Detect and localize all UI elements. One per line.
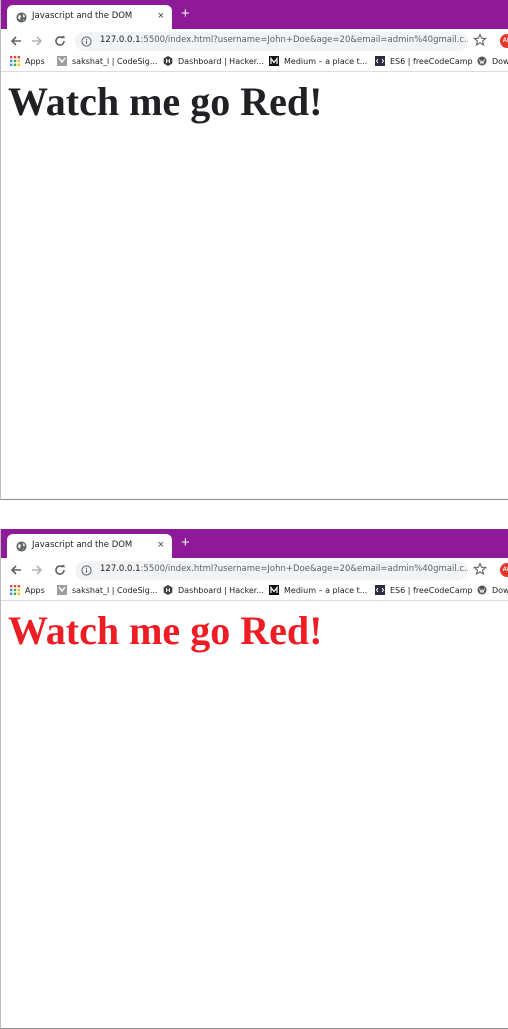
bookmark-codesignal[interactable]: sakshat_l | CodeSig... bbox=[57, 56, 157, 69]
screenshot-separator bbox=[0, 500, 508, 529]
info-icon[interactable] bbox=[81, 565, 92, 576]
page-heading-red: Watch me go Red! bbox=[8, 608, 323, 653]
new-tab-icon[interactable]: + bbox=[181, 535, 190, 551]
new-tab-icon[interactable]: + bbox=[181, 6, 190, 22]
wordpress-icon bbox=[477, 56, 487, 66]
apps-grid-icon bbox=[10, 56, 20, 66]
address-bar[interactable]: 127.0.0.1:5500/index.html?username=John+… bbox=[75, 561, 468, 580]
bookmark-star-icon[interactable] bbox=[473, 33, 487, 47]
globe-icon bbox=[16, 12, 27, 23]
browser-window-before: Javascript and the DOM × + 127.0.0.1:550… bbox=[0, 0, 508, 500]
address-bar[interactable]: 127.0.0.1:5500/index.html?username=John+… bbox=[75, 32, 468, 51]
apps-grid-icon bbox=[10, 585, 20, 595]
page-heading: Watch me go Red! bbox=[8, 79, 323, 124]
forward-icon[interactable] bbox=[29, 562, 45, 578]
reload-icon[interactable] bbox=[52, 562, 68, 578]
bookmark-wordpress[interactable]: Dow bbox=[477, 585, 508, 598]
url-text: 127.0.0.1:5500/index.html?username=John+… bbox=[100, 564, 468, 574]
browser-toolbar: 127.0.0.1:5500/index.html?username=John+… bbox=[1, 558, 508, 583]
medium-icon bbox=[269, 56, 279, 66]
back-icon[interactable] bbox=[8, 562, 24, 578]
tab-title: Javascript and the DOM bbox=[32, 540, 133, 550]
bookmark-hackerrank[interactable]: Dashboard | Hacker... bbox=[163, 585, 264, 598]
bookmark-apps[interactable]: Apps bbox=[10, 56, 45, 69]
back-icon[interactable] bbox=[8, 33, 24, 49]
url-text: 127.0.0.1:5500/index.html?username=John+… bbox=[100, 35, 468, 45]
adblock-extension-icon[interactable]: AB bbox=[500, 563, 508, 577]
reload-icon[interactable] bbox=[52, 33, 68, 49]
tab-active[interactable]: Javascript and the DOM × bbox=[7, 534, 172, 558]
tab-strip: Javascript and the DOM × + bbox=[1, 0, 508, 29]
freecodecamp-icon bbox=[375, 56, 385, 66]
bookmark-apps[interactable]: Apps bbox=[10, 585, 45, 598]
bookmarks-bar: Apps sakshat_l | CodeSig... Dashboard | … bbox=[1, 54, 508, 72]
info-icon[interactable] bbox=[81, 36, 92, 47]
browser-window-after: Javascript and the DOM × + 127.0.0.1:550… bbox=[0, 529, 508, 1029]
bookmark-freecodecamp[interactable]: ES6 | freeCodeCamp bbox=[375, 56, 473, 69]
bookmarks-bar: Apps sakshat_l | CodeSig... Dashboard | … bbox=[1, 583, 508, 601]
wordpress-icon bbox=[477, 585, 487, 595]
adblock-extension-icon[interactable]: AB bbox=[500, 34, 508, 48]
hackerrank-icon bbox=[163, 585, 173, 595]
tab-title: Javascript and the DOM bbox=[32, 11, 133, 21]
browser-toolbar: 127.0.0.1:5500/index.html?username=John+… bbox=[1, 29, 508, 54]
globe-icon bbox=[16, 541, 27, 552]
bookmark-hackerrank[interactable]: Dashboard | Hacker... bbox=[163, 56, 264, 69]
medium-icon bbox=[269, 585, 279, 595]
close-tab-icon[interactable]: × bbox=[158, 10, 164, 22]
bookmark-star-icon[interactable] bbox=[473, 562, 487, 576]
close-tab-icon[interactable]: × bbox=[158, 539, 164, 551]
bookmark-freecodecamp[interactable]: ES6 | freeCodeCamp bbox=[375, 585, 473, 598]
bookmark-codesignal[interactable]: sakshat_l | CodeSig... bbox=[57, 585, 157, 598]
codesignal-icon bbox=[57, 56, 67, 66]
freecodecamp-icon bbox=[375, 585, 385, 595]
codesignal-icon bbox=[57, 585, 67, 595]
bookmark-medium[interactable]: Medium – a place t... bbox=[269, 56, 367, 69]
hackerrank-icon bbox=[163, 56, 173, 66]
tab-strip: Javascript and the DOM × + bbox=[1, 529, 508, 558]
bookmark-wordpress[interactable]: Dow bbox=[477, 56, 508, 69]
bookmark-medium[interactable]: Medium – a place t... bbox=[269, 585, 367, 598]
forward-icon[interactable] bbox=[29, 33, 45, 49]
tab-active[interactable]: Javascript and the DOM × bbox=[7, 5, 172, 29]
